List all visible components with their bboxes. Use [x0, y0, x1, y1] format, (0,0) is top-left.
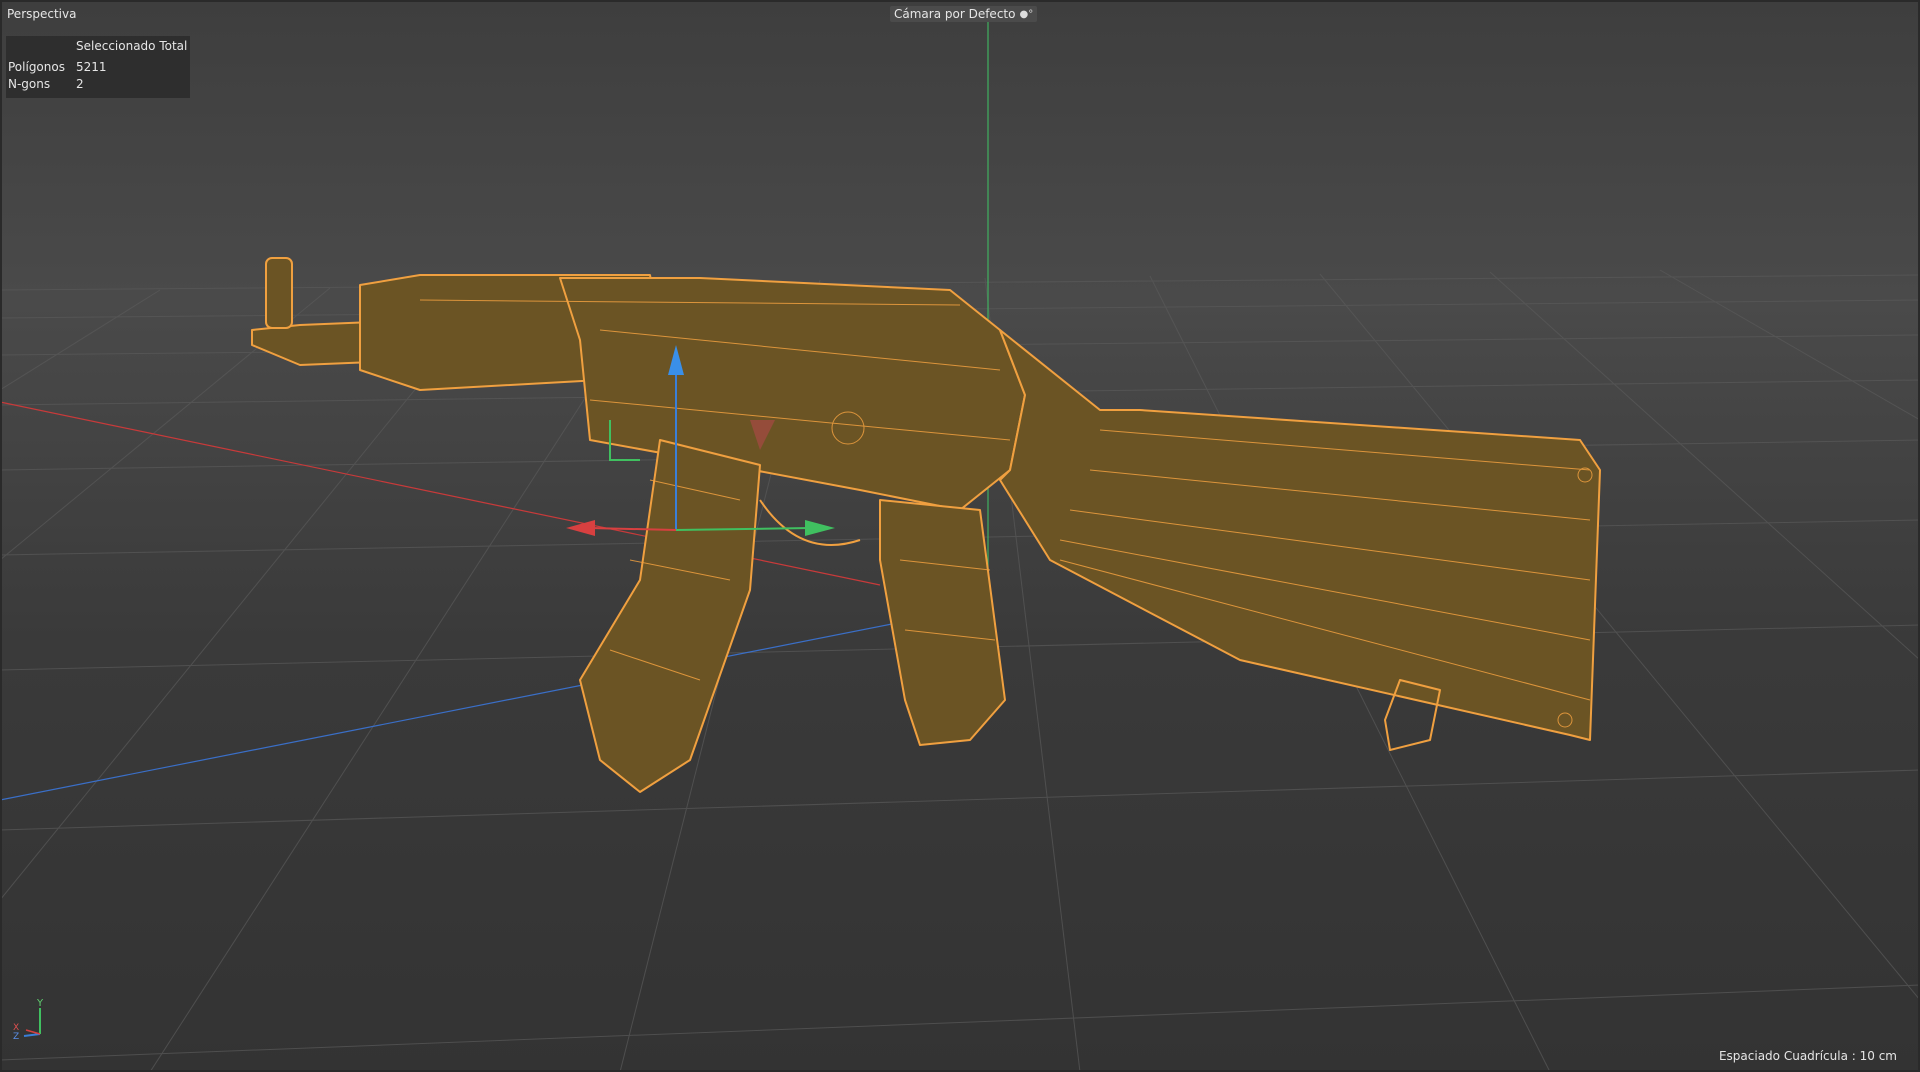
world-z-axis	[0, 604, 989, 801]
stats-value-polygons: 5211	[76, 60, 107, 74]
axis-label-z: Z	[13, 1032, 19, 1040]
stats-label-polygons: Polígonos	[8, 60, 65, 74]
grid-spacing-label: Espaciado Cuadrícula : 10 cm	[1718, 1049, 1897, 1063]
3d-viewport[interactable]: Perspectiva Cámara por Defecto ●° Selecc…	[0, 0, 1920, 1072]
axis-orientation-icon: Y X Z	[13, 998, 44, 1040]
stats-panel: Seleccionado Total Polígonos 5211 N-gons…	[6, 36, 190, 98]
stats-label-ngons: N-gons	[8, 77, 51, 91]
rifle-model[interactable]	[251, 257, 1601, 793]
gizmo-x-arrow[interactable]	[805, 520, 835, 536]
viewport-name[interactable]: Perspectiva	[7, 7, 76, 21]
camera-label: Cámara por Defecto	[894, 7, 1016, 21]
axis-label-y: Y	[36, 998, 44, 1009]
camera-options-icon[interactable]: ●°	[1019, 9, 1033, 20]
camera-menu[interactable]: Cámara por Defecto ●°	[890, 6, 1038, 22]
stats-header: Seleccionado Total	[76, 39, 188, 53]
stats-value-ngons: 2	[76, 77, 84, 91]
scene-canvas[interactable]	[0, 0, 1920, 1072]
